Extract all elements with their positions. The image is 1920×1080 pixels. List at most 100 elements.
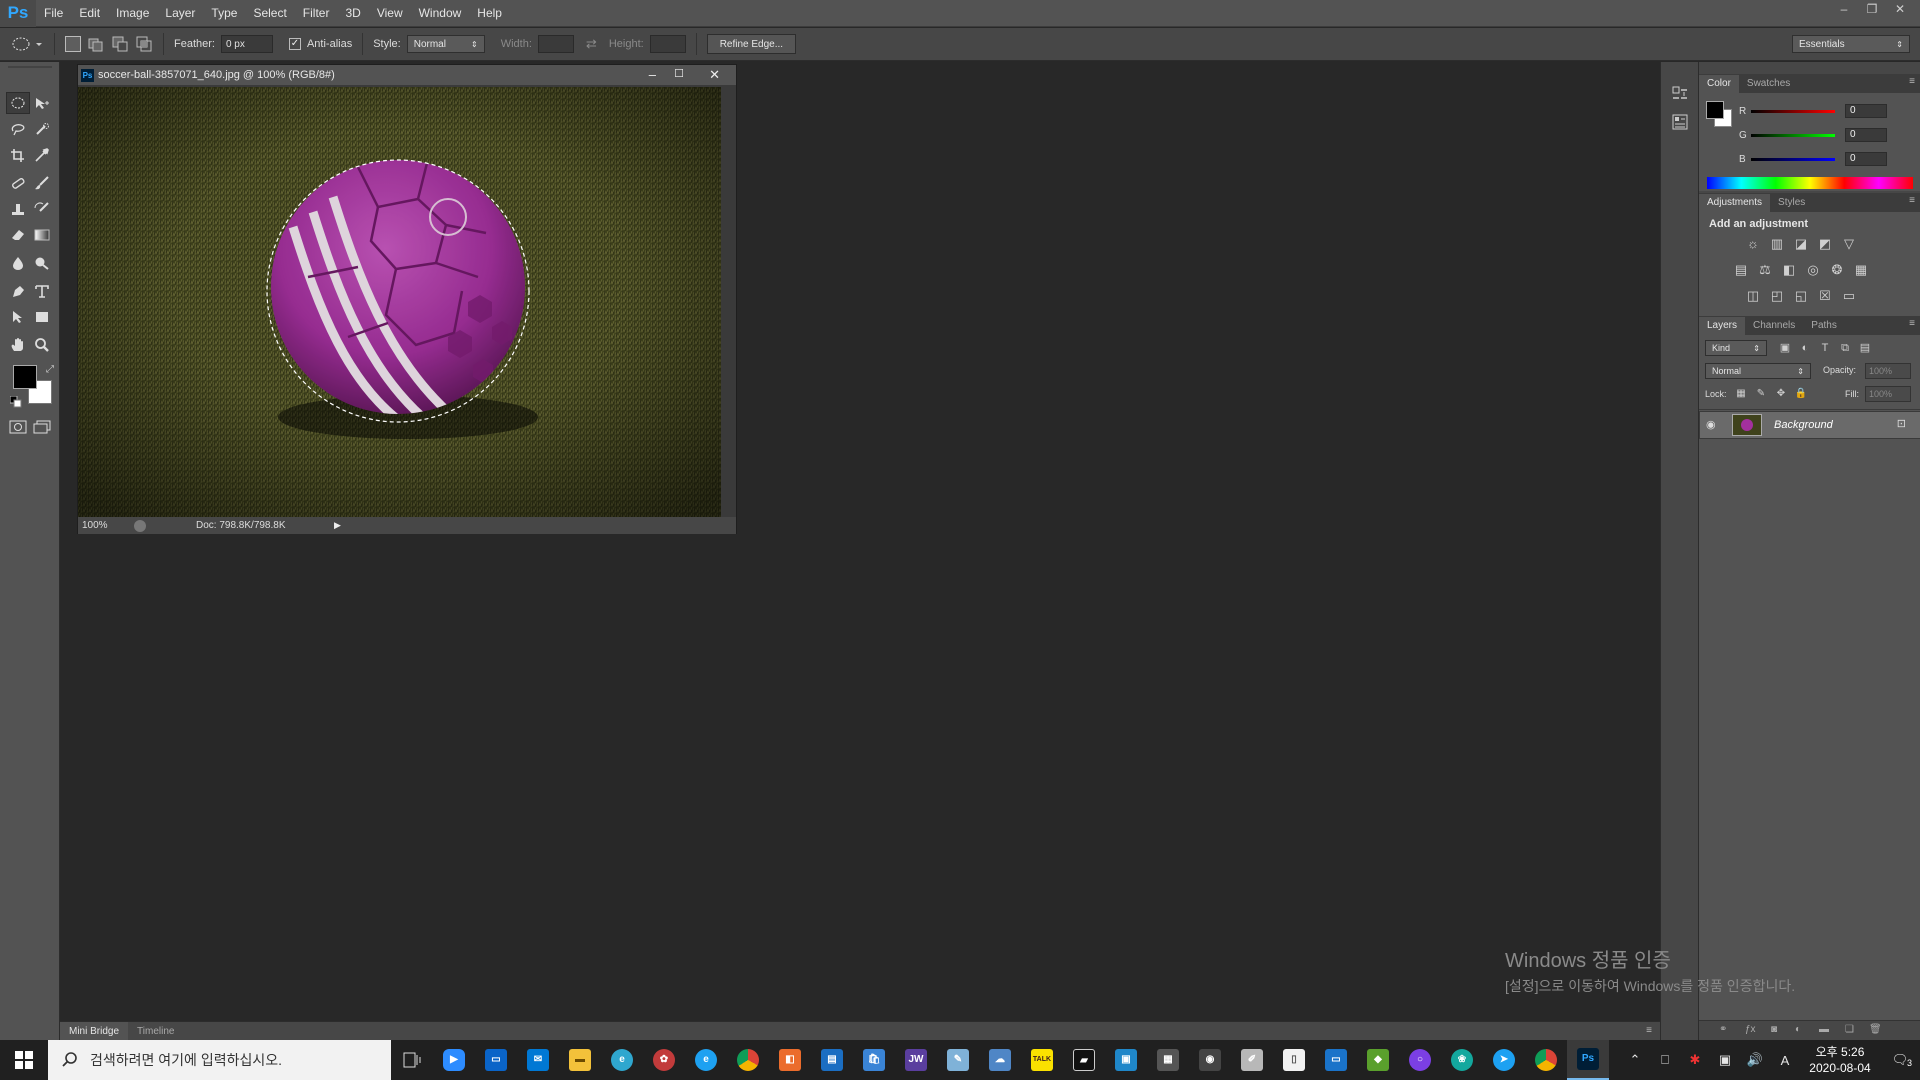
paint-brush-app-icon[interactable]: ✐: [1231, 1040, 1273, 1080]
subtract-from-selection-icon[interactable]: [111, 35, 129, 53]
history-brush-tool-icon[interactable]: [30, 198, 54, 220]
dodge-tool-icon[interactable]: [30, 252, 54, 274]
photo-filter-icon[interactable]: ◎: [1805, 262, 1821, 278]
threshold-icon[interactable]: ◱: [1793, 288, 1809, 304]
document-window[interactable]: Ps soccer-ball-3857071_640.jpg @ 100% (R…: [77, 64, 737, 534]
eraser-tool-icon[interactable]: [6, 224, 30, 246]
lock-all-icon[interactable]: 🔒: [1793, 386, 1809, 402]
color-lookup-icon[interactable]: ▦: [1853, 262, 1869, 278]
red-value-input[interactable]: 0: [1845, 104, 1887, 118]
eyedropper-tool-icon[interactable]: [30, 144, 54, 166]
lasso-tool-icon[interactable]: [6, 118, 30, 140]
internet-explorer-icon[interactable]: e: [685, 1040, 727, 1080]
tools-collapse-icon[interactable]: [6, 64, 54, 70]
fill-input[interactable]: 100%: [1865, 386, 1911, 402]
properties-panel-icon[interactable]: [1672, 114, 1688, 130]
taskbar-search-box[interactable]: 검색하려면 여기에 입력하십시오.: [48, 1040, 391, 1080]
show-hidden-icons-chevron-icon[interactable]: ⌃: [1620, 1052, 1650, 1068]
swap-colors-icon[interactable]: ⤢: [46, 364, 54, 375]
minimize-button[interactable]: –: [1830, 0, 1858, 18]
refine-edge-button[interactable]: Refine Edge...: [706, 34, 797, 54]
photos-app-icon[interactable]: ▣: [1105, 1040, 1147, 1080]
network-icon[interactable]: ⎕: [1650, 1052, 1680, 1068]
quick-selection-tool-icon[interactable]: [30, 118, 54, 140]
app-tray-icon[interactable]: ✱: [1680, 1052, 1710, 1068]
cloud-app-icon[interactable]: ☁: [979, 1040, 1021, 1080]
menu-filter[interactable]: Filter: [295, 0, 338, 27]
levels-icon[interactable]: ▥: [1769, 236, 1785, 252]
filter-smart-object-icon[interactable]: ▤: [1857, 340, 1873, 356]
chrome-icon-2[interactable]: [1525, 1040, 1567, 1080]
image-canvas[interactable]: [78, 87, 721, 517]
movie-app-icon[interactable]: ▰: [1063, 1040, 1105, 1080]
menu-file[interactable]: File: [36, 0, 71, 27]
blur-tool-icon[interactable]: [6, 252, 30, 274]
quick-mask-icon[interactable]: [6, 416, 30, 438]
color-balance-icon[interactable]: ⚖: [1757, 262, 1773, 278]
close-button[interactable]: ✕: [1886, 0, 1914, 18]
notes-app-icon[interactable]: ✎: [937, 1040, 979, 1080]
delete-layer-icon[interactable]: 🗑: [1869, 1024, 1882, 1035]
menu-layer[interactable]: Layer: [157, 0, 203, 27]
layer-visibility-eye-icon[interactable]: ◉: [1706, 418, 1716, 431]
office-app-icon[interactable]: ◧: [769, 1040, 811, 1080]
menu-image[interactable]: Image: [108, 0, 157, 27]
selective-color-icon[interactable]: ▭: [1841, 288, 1857, 304]
tab-paths[interactable]: Paths: [1803, 317, 1845, 335]
tab-styles[interactable]: Styles: [1770, 194, 1813, 212]
anti-alias-checkbox[interactable]: ✓: [288, 38, 301, 50]
panel-menu-icon[interactable]: ≡: [1909, 318, 1915, 329]
tab-color[interactable]: Color: [1699, 75, 1739, 93]
opacity-input[interactable]: 100%: [1865, 363, 1911, 379]
link-layers-icon[interactable]: ⚭: [1719, 1024, 1727, 1035]
menu-type[interactable]: Type: [203, 0, 245, 27]
green-value-input[interactable]: 0: [1845, 128, 1887, 142]
layer-style-icon[interactable]: ƒx: [1745, 1024, 1756, 1035]
new-group-icon[interactable]: ▬: [1819, 1024, 1829, 1035]
elliptical-marquee-tool-icon[interactable]: [6, 92, 30, 114]
posterize-icon[interactable]: ◰: [1769, 288, 1785, 304]
zoom-tool-icon[interactable]: [30, 334, 54, 356]
tab-timeline[interactable]: Timeline: [128, 1022, 183, 1041]
document-title-bar[interactable]: Ps soccer-ball-3857071_640.jpg @ 100% (R…: [78, 65, 736, 85]
new-layer-icon[interactable]: ❏: [1845, 1024, 1854, 1035]
document-close-button[interactable]: ✕: [709, 67, 720, 83]
store-icon[interactable]: 🛍: [853, 1040, 895, 1080]
clock[interactable]: 오후 5:26 2020-08-04: [1800, 1044, 1880, 1076]
panel-menu-icon[interactable]: ≡: [1646, 1025, 1652, 1036]
hand-tool-icon[interactable]: [6, 334, 30, 356]
type-tool-icon[interactable]: [30, 280, 54, 302]
volume-icon[interactable]: 🔊: [1740, 1052, 1770, 1068]
menu-edit[interactable]: Edit: [71, 0, 108, 27]
style-select[interactable]: Normal ⇕: [406, 35, 485, 53]
ime-indicator[interactable]: A: [1770, 1053, 1800, 1068]
lock-position-icon[interactable]: ✥: [1773, 386, 1789, 402]
move-tool-icon[interactable]: [30, 92, 54, 114]
filter-shape-icon[interactable]: ⧉: [1837, 340, 1853, 356]
new-selection-icon[interactable]: [65, 36, 81, 52]
notification-center-icon[interactable]: 🗨 3: [1880, 1052, 1920, 1068]
screen-app-icon[interactable]: ▭: [1315, 1040, 1357, 1080]
invert-icon[interactable]: ◫: [1745, 288, 1761, 304]
marquee-tool-preset-icon[interactable]: [8, 34, 44, 54]
brain-app-icon[interactable]: ❀: [1441, 1040, 1483, 1080]
green-slider[interactable]: [1751, 133, 1835, 137]
photoshop-taskbar-icon[interactable]: Ps: [1567, 1040, 1609, 1080]
tab-channels[interactable]: Channels: [1745, 317, 1803, 335]
start-button[interactable]: [0, 1040, 48, 1080]
mail-icon[interactable]: ✉: [517, 1040, 559, 1080]
feather-input[interactable]: [220, 35, 273, 53]
swap-icon[interactable]: ⇄: [586, 36, 597, 52]
calculator-icon[interactable]: ▦: [1147, 1040, 1189, 1080]
black-white-icon[interactable]: ◧: [1781, 262, 1797, 278]
status-info-icon[interactable]: [134, 519, 146, 532]
workspace-select[interactable]: Essentials ⇕: [1792, 35, 1910, 53]
layer-name[interactable]: Background: [1774, 419, 1833, 431]
color-panel-foreground-swatch[interactable]: [1706, 101, 1724, 119]
filter-adjustment-icon[interactable]: ◐: [1797, 340, 1813, 356]
arrow-app-icon[interactable]: ➤: [1483, 1040, 1525, 1080]
curves-icon[interactable]: ◪: [1793, 236, 1809, 252]
restore-button[interactable]: ❐: [1858, 0, 1886, 18]
circle-app-icon[interactable]: ○: [1399, 1040, 1441, 1080]
exposure-icon[interactable]: ◩: [1817, 236, 1833, 252]
